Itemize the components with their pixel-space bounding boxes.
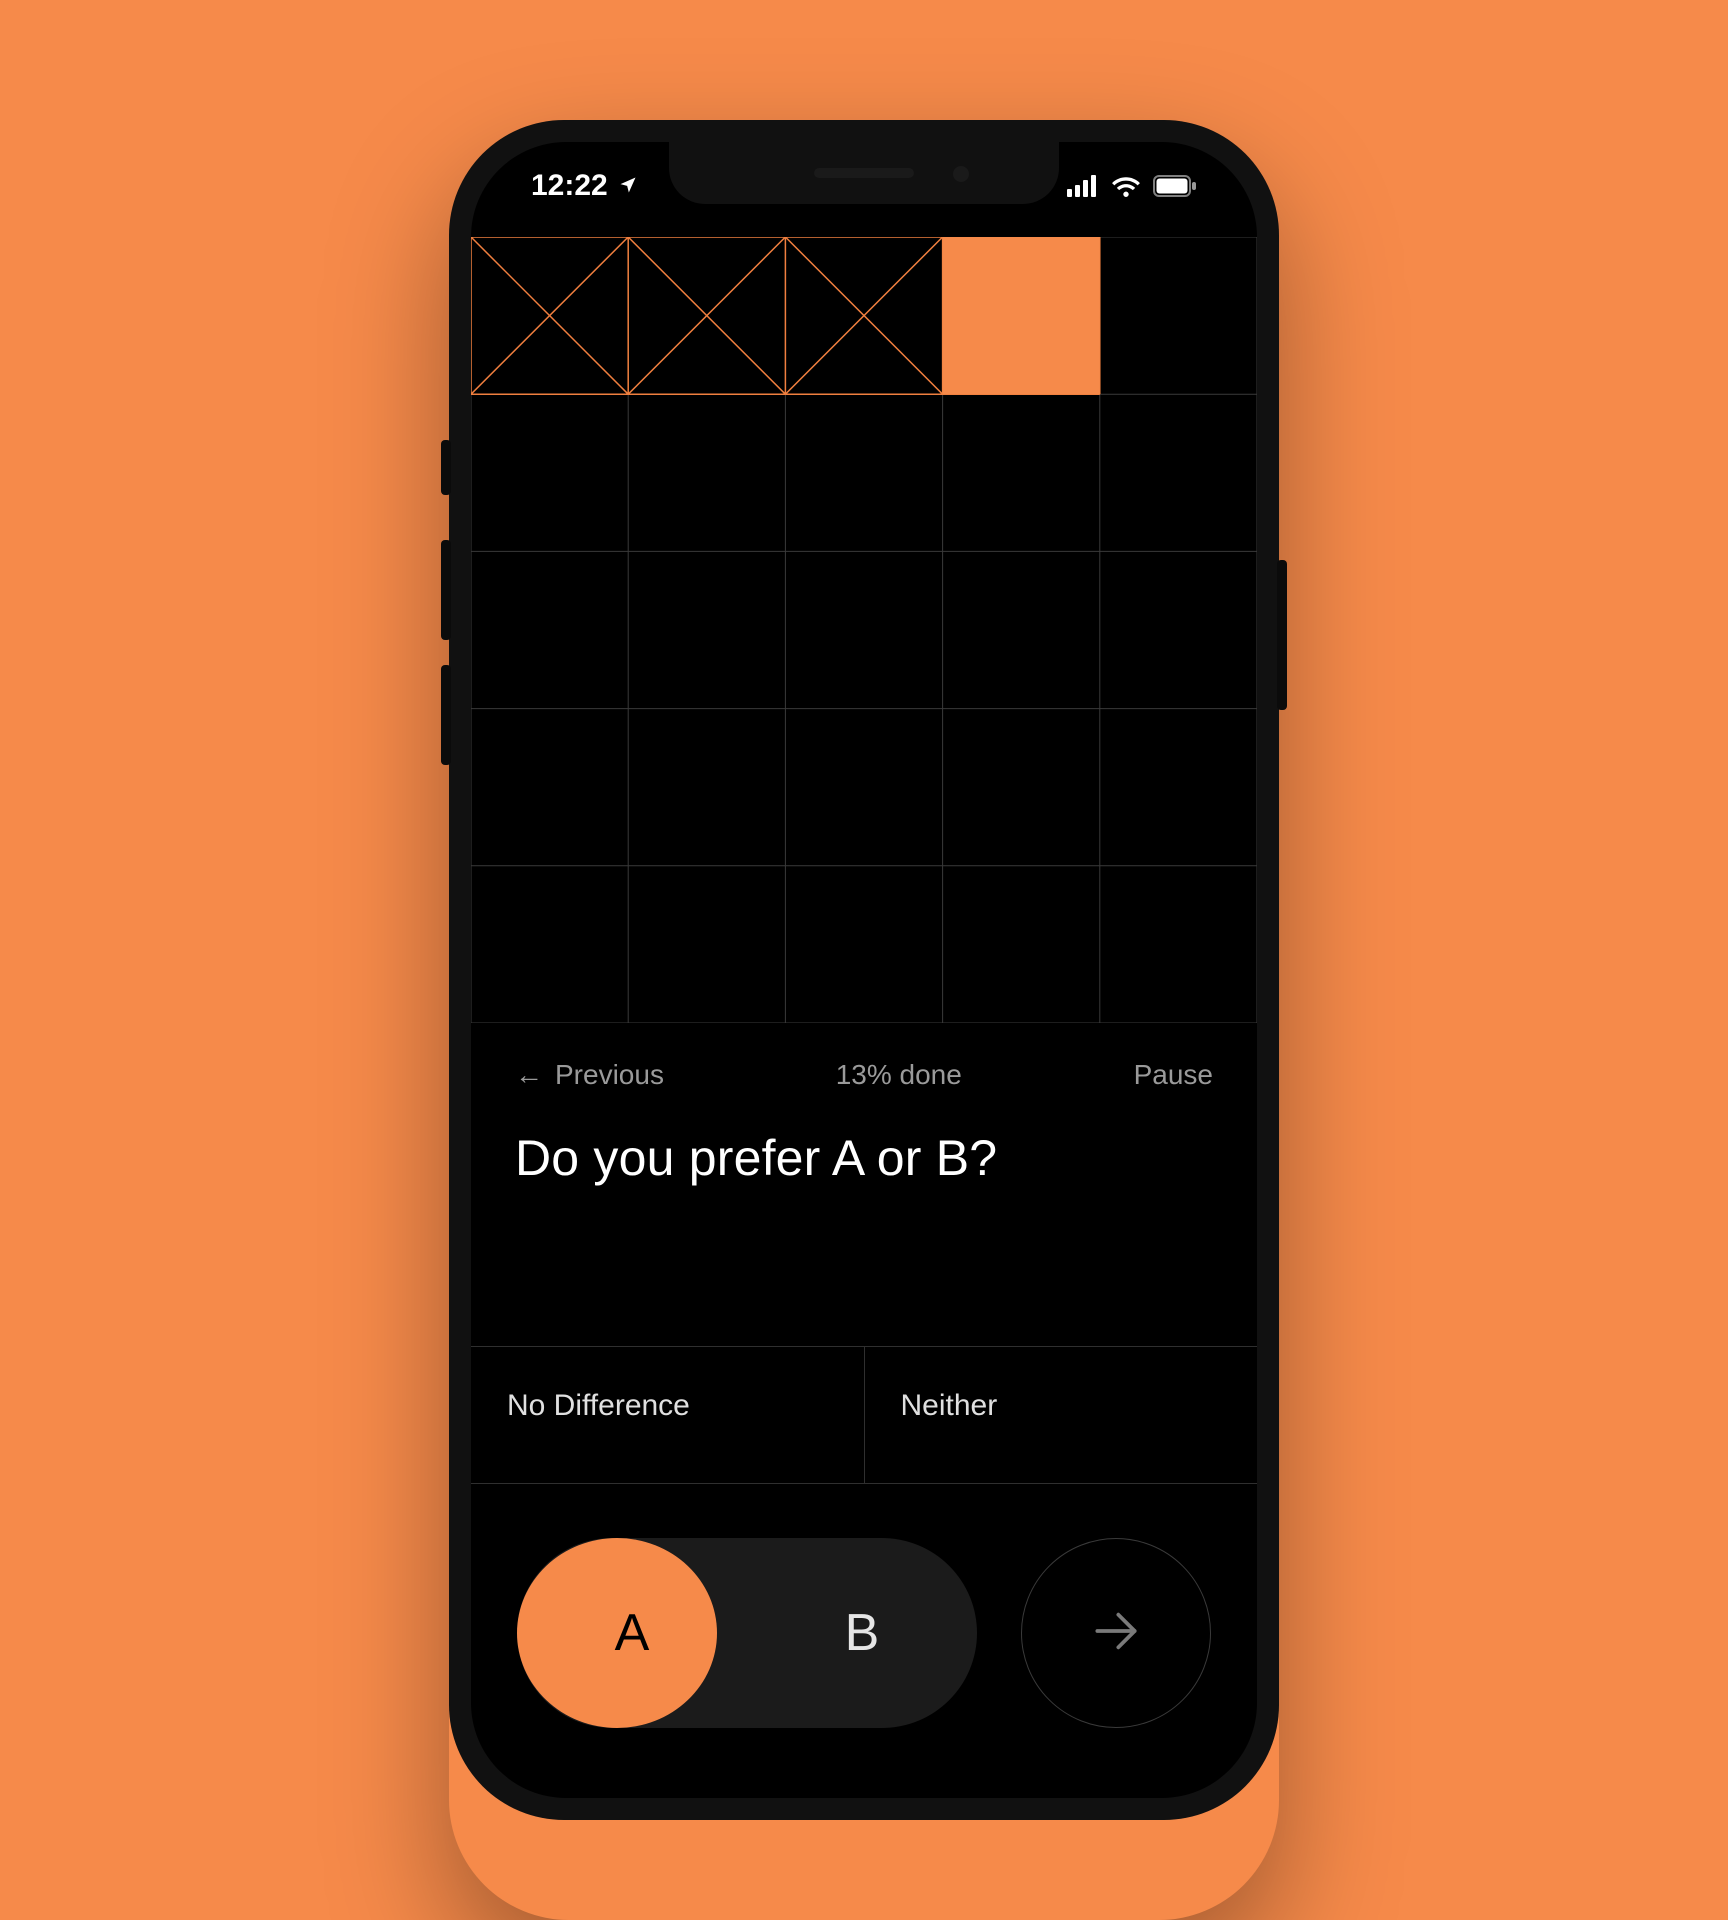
status-time: 12:22 (531, 169, 608, 203)
question-text: Do you prefer A or B? (471, 1091, 1257, 1187)
power-button (1277, 560, 1287, 710)
pause-label: Pause (1134, 1059, 1213, 1090)
arrow-right-icon (1088, 1603, 1144, 1664)
cellular-icon (1067, 175, 1099, 197)
pause-button[interactable]: Pause (1134, 1059, 1213, 1091)
option-a-button[interactable]: A (517, 1538, 747, 1728)
previous-label: Previous (555, 1059, 664, 1091)
neither-button[interactable]: Neither (865, 1347, 1258, 1483)
wifi-icon (1111, 175, 1141, 197)
phone-frame: 12:22 (449, 120, 1279, 1820)
previous-button[interactable]: ← Previous (515, 1059, 664, 1091)
volume-down-button (441, 665, 451, 765)
next-button[interactable] (1021, 1538, 1211, 1728)
mute-switch (441, 440, 451, 495)
volume-up-button (441, 540, 451, 640)
ab-toggle[interactable]: A B (517, 1538, 977, 1728)
no-difference-button[interactable]: No Difference (471, 1347, 865, 1483)
battery-icon (1153, 175, 1197, 197)
no-difference-label: No Difference (507, 1389, 690, 1422)
progress-label: 13% done (836, 1059, 962, 1090)
option-b-label: B (845, 1603, 880, 1663)
progress-grid (471, 237, 1257, 1023)
neither-label: Neither (901, 1389, 998, 1422)
notch (669, 142, 1059, 204)
option-a-label: A (615, 1603, 650, 1663)
option-b-button[interactable]: B (747, 1538, 977, 1728)
progress-cell-current (943, 237, 1100, 394)
arrow-left-icon: ← (515, 1059, 543, 1091)
location-arrow-icon (618, 169, 638, 203)
